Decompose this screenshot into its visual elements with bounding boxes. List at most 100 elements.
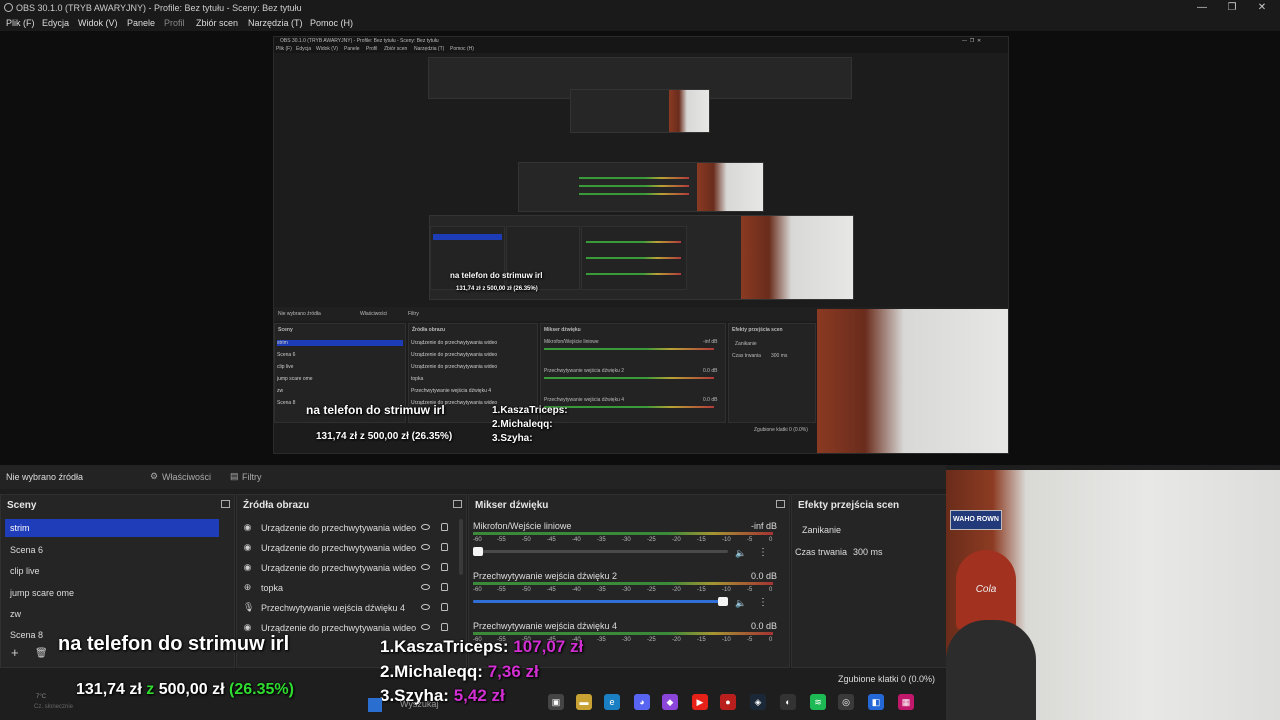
inner-transitions-dock: Efekty przejścia scen Zanikanie Czas trw…: [728, 323, 816, 423]
visibility-eye-icon[interactable]: [421, 564, 430, 570]
volume-slider[interactable]: [473, 547, 728, 556]
more-options-icon[interactable]: ⋮: [758, 597, 768, 608]
speaker-icon[interactable]: 🔈: [735, 598, 746, 609]
menu-edit[interactable]: Edycja: [42, 18, 69, 28]
inner-camera-feed: [817, 309, 1008, 453]
minimize-button[interactable]: —: [1192, 2, 1212, 14]
duration-input[interactable]: 300 ms: [853, 547, 883, 557]
slider-handle[interactable]: [473, 547, 483, 556]
menu-profile[interactable]: Profil: [164, 18, 185, 28]
inner-scene-item: strim: [277, 340, 403, 346]
channel-db: -inf dB: [750, 521, 777, 531]
menu-file[interactable]: Plik (F): [6, 18, 35, 28]
remove-scene-icon[interactable]: 🗑: [35, 648, 48, 659]
inner-mixer-name: Przechwytywanie wejścia dźwięku 2: [544, 368, 625, 374]
globe-icon: ⊕: [243, 582, 252, 592]
windows-start-icon[interactable]: [368, 698, 382, 712]
edge-icon[interactable]: e: [604, 694, 620, 710]
visibility-eye-icon[interactable]: [421, 604, 430, 610]
taskbar-search[interactable]: Wyszukaj: [400, 699, 438, 709]
scene-item-strim[interactable]: strim: [5, 519, 219, 537]
mixer-channel-mic: Mikrofon/Wejście liniowe -inf dB -60 -55-…: [473, 521, 777, 569]
twitch-icon[interactable]: ◆: [662, 694, 678, 710]
filter-icon: ▤: [230, 471, 239, 481]
inner-filters: Filtry: [408, 311, 419, 317]
lock-icon[interactable]: [441, 603, 448, 611]
inner-top-1: 1.KaszaTriceps:: [492, 405, 568, 416]
visibility-eye-icon[interactable]: [421, 544, 430, 550]
menu-view[interactable]: Widok (V): [78, 18, 118, 28]
lock-icon[interactable]: [441, 523, 448, 531]
camera-icon: ◉: [243, 562, 252, 572]
donor-name: 2.Michaleqq:: [380, 662, 483, 681]
source-item[interactable]: ◉ Urządzenie do przechwytywania wideo: [243, 559, 465, 577]
source-item[interactable]: ⊕ topka: [243, 579, 465, 597]
inner-dropped-frames: Zgubione klatki 0 (0.0%): [754, 427, 808, 433]
source-label: Przechwytywanie wejścia dźwięku 4: [261, 603, 406, 613]
speaker-icon[interactable]: 🔈: [735, 548, 746, 559]
mixer-dock-title: Mikser dźwięku: [475, 500, 549, 511]
source-item[interactable]: ◉ Urządzenie do przechwytywania wideo: [243, 539, 465, 557]
more-options-icon[interactable]: ⋮: [758, 547, 768, 558]
lock-icon[interactable]: [441, 623, 448, 631]
file-explorer-icon[interactable]: ▬: [576, 694, 592, 710]
volume-slider[interactable]: [473, 597, 728, 606]
obs-taskbar-icon[interactable]: ◎: [838, 694, 854, 710]
menu-scene-collection[interactable]: Zbiór scen: [196, 18, 238, 28]
lock-icon[interactable]: [441, 543, 448, 551]
microphone-icon: 🎙: [243, 602, 255, 612]
add-scene-button[interactable]: +: [11, 645, 19, 660]
app-pink-icon[interactable]: ▦: [898, 694, 914, 710]
menu-help[interactable]: Pomoc (H): [310, 18, 353, 28]
transition-type-select[interactable]: Zanikanie: [798, 522, 942, 538]
slider-handle[interactable]: [718, 597, 728, 606]
channel-db: 0.0 dB: [750, 621, 777, 631]
window-title: OBS 30.1.0 (TRYB AWARYJNY) - Profile: Be…: [16, 3, 302, 13]
level-meter: [473, 582, 773, 585]
inner-mixer-name: Przechwytywanie wejścia dźwięku 4: [544, 397, 625, 403]
inner-menu-item: Zbiór scen: [384, 46, 408, 52]
visibility-eye-icon[interactable]: [421, 624, 430, 630]
youtube-icon[interactable]: ▶: [692, 694, 708, 710]
inner-top-2: 2.Michaleqq:: [492, 419, 553, 430]
channel-name: Mikrofon/Wejście liniowe: [473, 521, 572, 531]
scene-item-clip-live[interactable]: clip live: [5, 562, 219, 580]
steam-icon[interactable]: ◈: [750, 694, 766, 710]
inner-menu-item: Profil: [366, 46, 378, 52]
filters-button[interactable]: Filtry: [242, 472, 262, 482]
lock-icon[interactable]: [441, 563, 448, 571]
close-button[interactable]: ✕: [1252, 2, 1272, 14]
inner-transition-type: Zanikanie: [735, 341, 757, 347]
spotify-icon[interactable]: ≋: [810, 694, 826, 710]
donate-mid: z: [146, 681, 155, 698]
lock-icon[interactable]: [441, 583, 448, 591]
weather-temp[interactable]: 7°C: [36, 694, 46, 700]
source-item[interactable]: 🎙 Przechwytywanie wejścia dźwięku 4: [243, 599, 465, 617]
inner-source-item: Przechwytywanie wejścia dźwięku 4: [411, 388, 492, 394]
menu-docks[interactable]: Panele: [127, 18, 155, 28]
source-item[interactable]: ◉ Urządzenie do przechwytywania wideo: [243, 519, 465, 537]
visibility-eye-icon[interactable]: [421, 584, 430, 590]
discord-icon[interactable]: ◕: [634, 694, 650, 710]
undock-icon[interactable]: [776, 500, 785, 508]
undock-icon[interactable]: [453, 500, 462, 508]
inner-mixer-name: Mikrofon/Wejście liniowe: [544, 339, 599, 345]
scene-item-zw[interactable]: zw: [5, 605, 219, 623]
task-view-icon[interactable]: ▣: [548, 694, 564, 710]
sources-scrollbar[interactable]: [459, 519, 463, 575]
wall-sign: WAHO ROWN: [950, 510, 1002, 530]
menu-tools[interactable]: Narzędzia (T): [248, 18, 303, 28]
donate-goal: 131,74 zł z 500,00 zł (26.35%): [76, 681, 294, 699]
scene-item-jump-scare-ome[interactable]: jump scare ome: [5, 584, 219, 602]
gear-icon: ⚙: [150, 471, 159, 481]
scene-item-scena-6[interactable]: Scena 6: [5, 541, 219, 559]
app-blue-icon[interactable]: ◧: [868, 694, 884, 710]
properties-button[interactable]: Właściwości: [162, 472, 211, 482]
visibility-eye-icon[interactable]: [421, 524, 430, 530]
app-red-icon[interactable]: ●: [720, 694, 736, 710]
game-icon[interactable]: ◐: [780, 694, 796, 710]
maximize-button[interactable]: ❐: [1222, 2, 1242, 14]
inner-source-item: Urządzenie do przechwytywania wideo: [411, 364, 498, 370]
undock-icon[interactable]: [221, 500, 230, 508]
level-meter: [473, 532, 773, 535]
